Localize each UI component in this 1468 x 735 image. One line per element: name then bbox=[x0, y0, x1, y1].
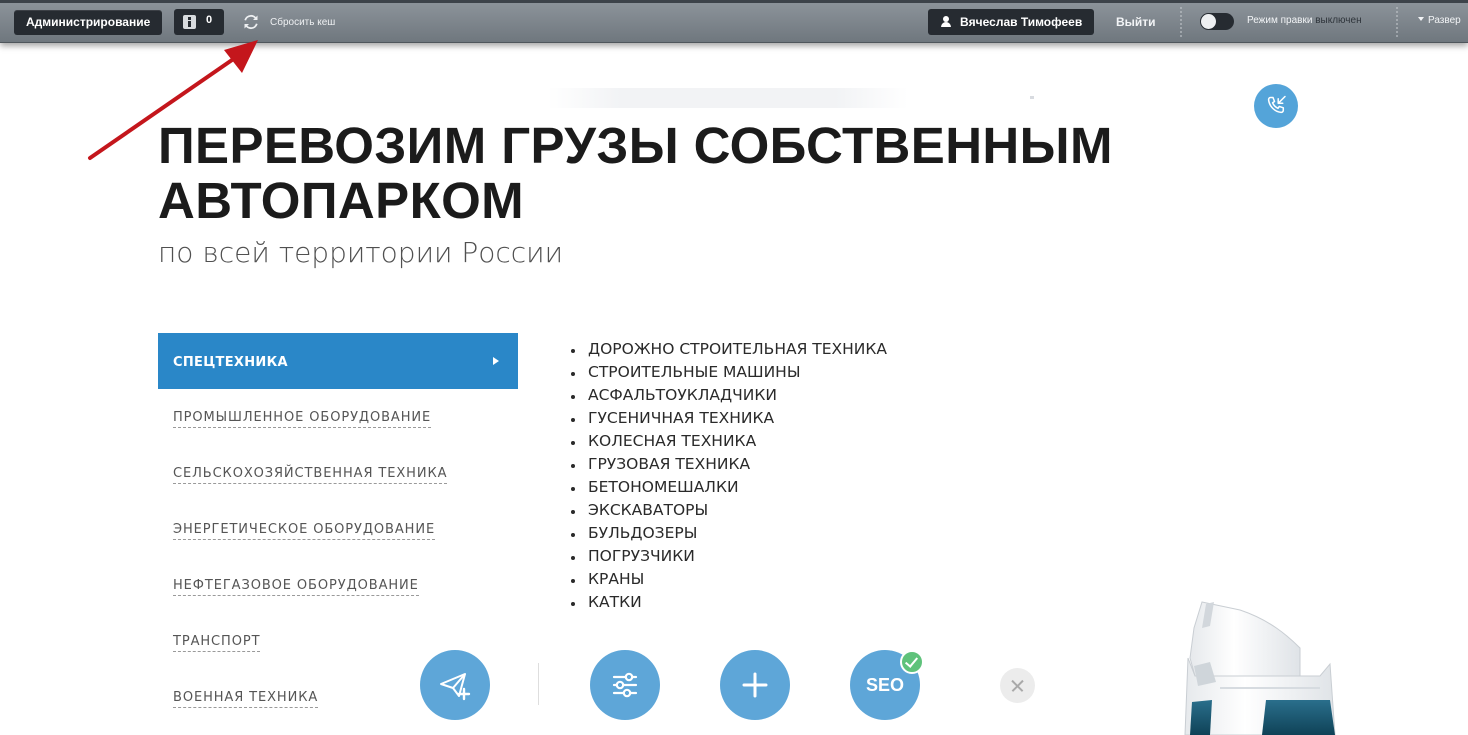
subcategory-link[interactable]: ГРУЗОВАЯ ТЕХНИКА bbox=[571, 453, 887, 476]
toolbar-divider bbox=[538, 663, 539, 705]
subcategory-link[interactable]: КАТКИ bbox=[571, 591, 887, 614]
subcategory-link[interactable]: ГУСЕНИЧНАЯ ТЕХНИКА bbox=[571, 407, 887, 430]
subcategory-list: ДОРОЖНО СТРОИТЕЛЬНАЯ ТЕХНИКА СТРОИТЕЛЬНЫ… bbox=[571, 338, 887, 614]
category-label: ПРОМЫШЛЕННОЕ ОБОРУДОВАНИЕ bbox=[173, 410, 432, 428]
subcategory-link[interactable]: ЭКСКАВАТОРЫ bbox=[571, 499, 887, 522]
expand-panel-button[interactable]: Развер bbox=[1418, 15, 1461, 26]
category-label: НЕФТЕГАЗОВОЕ ОБОРУДОВАНИЕ bbox=[173, 578, 419, 596]
faded-header-dot bbox=[1030, 96, 1034, 99]
edit-mode-status: Режим правки выключен bbox=[1247, 15, 1362, 26]
edit-mode-state: выключен bbox=[1315, 15, 1362, 26]
send-add-button[interactable] bbox=[420, 650, 490, 720]
separator bbox=[1180, 6, 1182, 38]
phone-callback-icon bbox=[1267, 95, 1286, 114]
administration-button[interactable]: Администрирование bbox=[14, 10, 163, 35]
add-block-button[interactable] bbox=[720, 650, 790, 720]
page-subtitle: по всей территории России bbox=[158, 236, 564, 269]
category-label: СПЕЦТЕХНИКА bbox=[173, 355, 288, 370]
faded-header-bar bbox=[548, 88, 908, 108]
subcategory-link[interactable]: БЕТОНОМЕШАЛКИ bbox=[571, 476, 887, 499]
callback-button[interactable] bbox=[1254, 84, 1298, 128]
arrow-right-icon bbox=[493, 357, 499, 365]
category-item-agricultural-machinery[interactable]: СЕЛЬСКОХОЗЯЙСТВЕННАЯ ТЕХНИКА bbox=[158, 445, 518, 501]
settings-button[interactable] bbox=[590, 650, 660, 720]
subcategory-link[interactable]: БУЛЬДОЗЕРЫ bbox=[571, 522, 887, 545]
admin-panel-top-strip bbox=[0, 0, 1468, 3]
paper-plane-add-icon bbox=[440, 673, 471, 701]
user-icon bbox=[940, 16, 952, 28]
subcategory-link[interactable]: СТРОИТЕЛЬНЫЕ МАШИНЫ bbox=[571, 361, 887, 384]
info-icon bbox=[183, 15, 196, 29]
subcategory-link[interactable]: ПОГРУЗЧИКИ bbox=[571, 545, 887, 568]
logout-link[interactable]: Выйти bbox=[1116, 15, 1156, 29]
caret-down-icon bbox=[1418, 17, 1424, 21]
category-label: СЕЛЬСКОХОЗЯЙСТВЕННАЯ ТЕХНИКА bbox=[173, 466, 448, 484]
admin-panel: Администрирование 0 Сбросить кеш Вячесла… bbox=[0, 0, 1468, 43]
separator bbox=[1396, 6, 1398, 38]
user-profile-button[interactable]: Вячеслав Тимофеев bbox=[928, 9, 1094, 35]
category-item-oil-gas-equipment[interactable]: НЕФТЕГАЗОВОЕ ОБОРУДОВАНИЕ bbox=[158, 557, 518, 613]
edit-mode-label: Режим правки bbox=[1247, 15, 1313, 26]
page-title-line-2: АВТОПАРКОМ bbox=[158, 172, 525, 229]
refresh-icon bbox=[244, 14, 258, 30]
close-toolbar-button[interactable] bbox=[1000, 668, 1035, 703]
subcategory-link[interactable]: АСФАЛЬТОУКЛАДЧИКИ bbox=[571, 384, 887, 407]
user-name: Вячеслав Тимофеев bbox=[960, 15, 1083, 29]
page-title: ПЕРЕВОЗИМ ГРУЗЫ СОБСТВЕННЫМ АВТОПАРКОМ bbox=[158, 118, 1138, 228]
check-icon bbox=[900, 650, 924, 674]
toggle-knob bbox=[1201, 14, 1216, 29]
notifications-button[interactable]: 0 bbox=[174, 9, 224, 35]
truck-image bbox=[1184, 601, 1336, 735]
clear-cache-label: Сбросить кеш bbox=[270, 17, 336, 28]
category-item-special-equipment[interactable]: СПЕЦТЕХНИКА bbox=[158, 333, 518, 389]
seo-label: SEO bbox=[865, 675, 904, 695]
notifications-count: 0 bbox=[206, 14, 213, 26]
category-label: ЭНЕРГЕТИЧЕСКОЕ ОБОРУДОВАНИЕ bbox=[173, 522, 436, 540]
seo-button[interactable]: SEO bbox=[850, 650, 924, 720]
category-item-energy-equipment[interactable]: ЭНЕРГЕТИЧЕСКОЕ ОБОРУДОВАНИЕ bbox=[158, 501, 518, 557]
plus-icon bbox=[742, 672, 768, 698]
category-item-industrial-equipment[interactable]: ПРОМЫШЛЕННОЕ ОБОРУДОВАНИЕ bbox=[158, 389, 518, 445]
subcategory-link[interactable]: КРАНЫ bbox=[571, 568, 887, 591]
edit-mode-toggle[interactable] bbox=[1200, 13, 1234, 30]
sliders-icon bbox=[612, 672, 638, 698]
subcategory-link[interactable]: КОЛЕСНАЯ ТЕХНИКА bbox=[571, 430, 887, 453]
category-label: ВОЕННАЯ ТЕХНИКА bbox=[173, 690, 319, 708]
subcategory-link[interactable]: ДОРОЖНО СТРОИТЕЛЬНАЯ ТЕХНИКА bbox=[571, 338, 887, 361]
expand-label: Развер bbox=[1428, 15, 1461, 26]
page-title-line-1: ПЕРЕВОЗИМ ГРУЗЫ СОБСТВЕННЫМ bbox=[158, 117, 1113, 174]
category-label: ТРАНСПОРТ bbox=[173, 634, 261, 652]
